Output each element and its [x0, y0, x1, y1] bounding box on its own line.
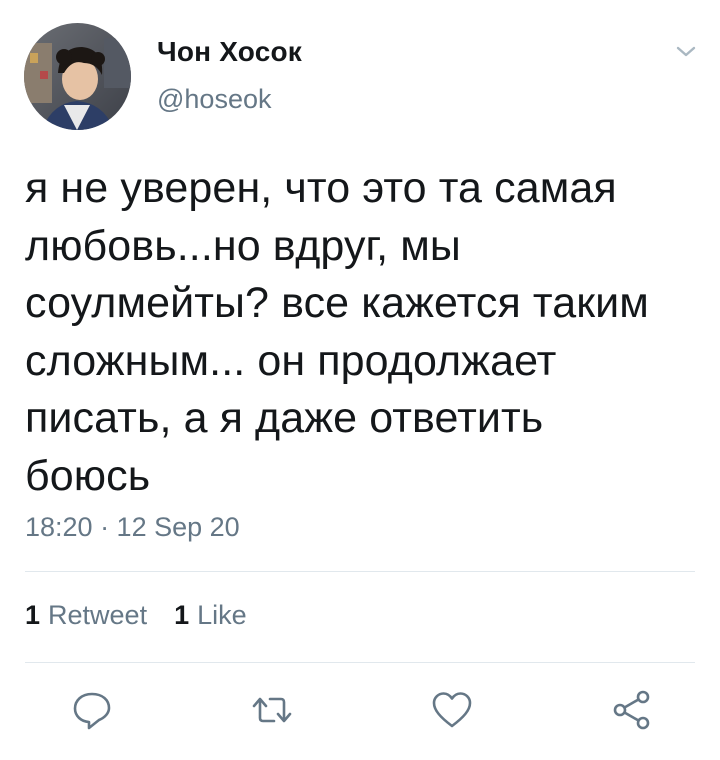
like-button[interactable] — [430, 688, 474, 732]
author-display-name[interactable]: Чон Хосок — [157, 36, 302, 68]
divider — [25, 662, 695, 663]
likes-stat[interactable]: 1 Like — [174, 600, 247, 631]
heart-icon — [432, 692, 472, 728]
likes-count: 1 — [174, 600, 190, 630]
reply-icon — [73, 692, 111, 730]
tweet-timestamp[interactable]: 18:20 · 12 Sep 20 — [25, 512, 240, 543]
share-icon — [613, 690, 650, 730]
likes-label: Like — [197, 600, 247, 630]
retweet-icon — [252, 697, 292, 723]
avatar[interactable] — [24, 23, 131, 130]
tweet-text: я не уверен, что это та самая любовь...н… — [25, 164, 649, 500]
retweets-count: 1 — [25, 600, 41, 630]
reply-button[interactable] — [70, 688, 114, 732]
chevron-down-icon[interactable] — [672, 42, 700, 62]
retweets-label: Retweet — [48, 600, 148, 630]
tweet-detail: Чон Хосок @hoseok я не уверен, что это т… — [0, 0, 720, 760]
tweet-stats: 1 Retweet 1 Like — [25, 600, 247, 631]
divider — [25, 571, 695, 572]
retweet-button[interactable] — [250, 688, 294, 732]
share-button[interactable] — [610, 688, 654, 732]
retweets-stat[interactable]: 1 Retweet — [25, 600, 147, 631]
author-handle[interactable]: @hoseok — [157, 84, 271, 115]
